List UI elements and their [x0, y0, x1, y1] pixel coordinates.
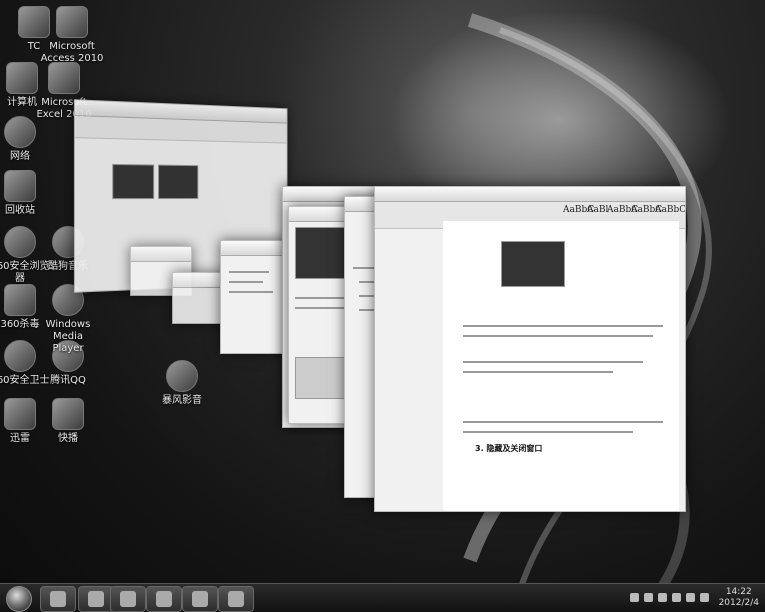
- access-icon: [56, 6, 88, 38]
- excel-icon: [48, 62, 80, 94]
- taskbar-button-media[interactable]: [110, 586, 146, 612]
- clock-time: 14:22: [725, 587, 752, 597]
- taskbar: 14:22 2012/2/4: [0, 583, 765, 612]
- taskbar-button-paint[interactable]: [218, 586, 254, 612]
- desktop-icon-network[interactable]: 网络: [0, 116, 52, 163]
- document-image: [501, 241, 565, 287]
- flip3d-window-word[interactable]: AaBbC AaBl AaBbC AaBbC AaBbC 3. 隐藏及关闭窗口: [374, 186, 686, 512]
- thunder-icon: [4, 398, 36, 430]
- media-icon: [120, 591, 136, 607]
- taskbar-button-help[interactable]: [182, 586, 218, 612]
- taskbar-button-word[interactable]: [146, 586, 182, 612]
- media-icon: [166, 360, 198, 392]
- tray-speaker-icon[interactable]: [700, 593, 709, 602]
- tray-volume-icon[interactable]: [686, 593, 695, 602]
- text-line: [463, 335, 653, 337]
- system-clock[interactable]: 14:22 2012/2/4: [719, 587, 759, 609]
- style-heading1: AaBl: [587, 205, 609, 215]
- desktop-icon-wmp[interactable]: Windows Media Player: [36, 284, 100, 355]
- guard-icon: [4, 340, 36, 372]
- paint-icon: [228, 591, 244, 607]
- window-thumbnail: [158, 164, 199, 200]
- desktop-icon-access[interactable]: Microsoft Access 2010: [40, 6, 104, 65]
- text-line: [463, 431, 633, 433]
- tray-antivirus-icon[interactable]: [658, 593, 667, 602]
- clock-date: 2012/2/4: [718, 598, 759, 608]
- window-titlebar: [221, 241, 291, 256]
- text-line: [463, 361, 643, 363]
- recycle-bin-icon: [4, 170, 36, 202]
- document-heading: 3. 隐藏及关闭窗口: [475, 444, 543, 453]
- taskbar-button-ie[interactable]: [40, 586, 76, 612]
- network-icon: [4, 116, 36, 148]
- word-icon: [156, 591, 172, 607]
- ie-icon: [50, 591, 66, 607]
- tray-arrow-icon[interactable]: [630, 593, 639, 602]
- taskbar-button-explorer[interactable]: [78, 586, 114, 612]
- folder-icon: [88, 591, 104, 607]
- text-line: [463, 421, 663, 423]
- window-titlebar: [131, 247, 191, 262]
- desktop-icon-recycle-bin[interactable]: 回收站: [0, 170, 52, 217]
- window-thumbnail: [112, 163, 155, 200]
- text-line: [463, 325, 663, 327]
- player-icon: [52, 398, 84, 430]
- window-titlebar: [375, 187, 685, 202]
- tray-flag-icon[interactable]: [672, 593, 681, 602]
- browser-icon: [4, 226, 36, 258]
- explorer-row: [229, 271, 269, 273]
- help-icon: [192, 591, 208, 607]
- tray-network-icon[interactable]: [644, 593, 653, 602]
- start-button[interactable]: [6, 586, 32, 612]
- document-page: [443, 221, 679, 511]
- explorer-row: [229, 281, 263, 283]
- desktop-icon-kuaibo[interactable]: 快播: [36, 398, 100, 445]
- explorer-row: [229, 291, 273, 293]
- desktop-icon-baofeng[interactable]: 暴风影音: [150, 360, 214, 407]
- style-subtitle: AaBbC: [655, 205, 686, 215]
- text-line: [463, 371, 613, 373]
- shield-icon: [4, 284, 36, 316]
